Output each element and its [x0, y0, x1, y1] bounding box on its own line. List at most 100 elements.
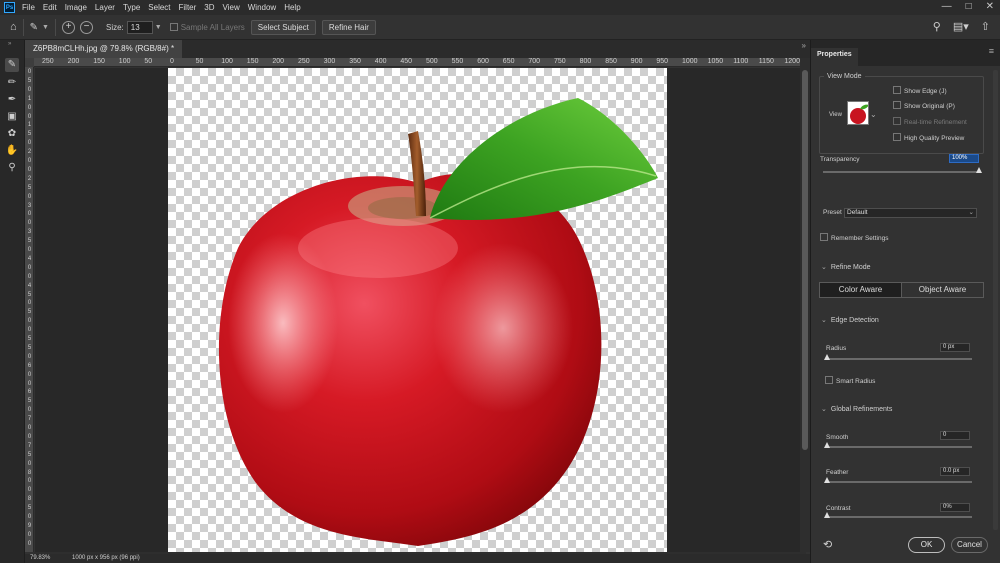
menu-window[interactable]: Window: [248, 3, 276, 12]
collapse-toolbar-icon[interactable]: »: [8, 41, 11, 47]
radius-slider[interactable]: [824, 354, 972, 360]
smooth-slider[interactable]: [824, 442, 972, 448]
preset-dropdown[interactable]: Default ⌄: [844, 208, 977, 218]
collapse-panels-icon[interactable]: »: [802, 41, 806, 50]
panel-tab-bar: Properties ≡: [811, 40, 1000, 66]
smooth-input[interactable]: 0: [940, 431, 970, 440]
contrast-slider[interactable]: [824, 512, 972, 518]
preset-value: Default: [847, 209, 868, 216]
ruler-tick-label: 0: [27, 407, 32, 414]
refine-edge-brush-tool-icon[interactable]: ✏: [5, 76, 19, 90]
ok-button[interactable]: OK: [908, 537, 945, 553]
ruler-tick-label: 4: [27, 282, 32, 289]
contrast-slider-knob[interactable]: [824, 512, 830, 518]
radius-slider-knob[interactable]: [824, 354, 830, 360]
reset-icon[interactable]: ⟲: [823, 538, 832, 551]
ruler-tick-label: 9: [27, 522, 32, 529]
contrast-input[interactable]: 0%: [940, 503, 970, 512]
transparency-input[interactable]: 100%: [949, 154, 979, 163]
menu-select[interactable]: Select: [148, 3, 170, 12]
ruler-tick-label: 500: [426, 58, 438, 65]
tab-properties[interactable]: Properties: [811, 48, 858, 66]
menu-layer[interactable]: Layer: [95, 3, 115, 12]
color-aware-button[interactable]: Color Aware: [820, 283, 901, 297]
refine-edge-brush-icon[interactable]: ✎: [30, 22, 38, 33]
workspace-icon[interactable]: ▤▾: [953, 20, 969, 33]
lasso-tool-icon[interactable]: ✿: [5, 127, 19, 141]
menu-view[interactable]: View: [223, 3, 240, 12]
feather-input[interactable]: 0.0 px: [940, 467, 970, 476]
transparency-slider-knob[interactable]: [976, 167, 982, 173]
quick-selection-tool-icon[interactable]: ✎: [5, 58, 19, 72]
object-selection-tool-icon[interactable]: ▣: [5, 110, 19, 124]
document-canvas[interactable]: [168, 68, 667, 552]
maximize-icon[interactable]: □: [966, 1, 972, 12]
contrast-label: Contrast: [826, 505, 851, 512]
show-original-checkbox[interactable]: Show Original (P): [893, 101, 955, 110]
checkbox-icon: [893, 117, 901, 125]
sample-all-layers-checkbox[interactable]: Sample All Layers: [169, 22, 245, 32]
panel-menu-icon[interactable]: ≡: [989, 46, 994, 56]
feather-slider-knob[interactable]: [824, 477, 830, 483]
object-aware-button[interactable]: Object Aware: [901, 283, 983, 297]
refine-mode-header[interactable]: ⌄ Refine Mode: [821, 263, 871, 271]
view-label: View: [829, 112, 842, 118]
size-dropdown-icon[interactable]: ▼: [155, 24, 162, 31]
size-label: Size:: [105, 22, 124, 32]
high-quality-preview-checkbox[interactable]: High Quality Preview: [893, 133, 964, 142]
ruler-tick-label: 0: [27, 353, 32, 360]
ruler-tick-label: 0: [27, 247, 32, 253]
smart-radius-label: Smart Radius: [836, 378, 876, 385]
menu-type[interactable]: Type: [123, 3, 140, 12]
hand-tool-icon[interactable]: ✋: [5, 144, 19, 158]
ruler-tick-label: 5: [27, 505, 32, 512]
home-icon[interactable]: ⌂: [10, 21, 17, 33]
remember-settings-checkbox[interactable]: Remember Settings: [820, 233, 888, 242]
ruler-tick-label: 0: [27, 514, 32, 520]
vertical-scrollbar-thumb[interactable]: [802, 70, 808, 450]
subtract-from-selection-icon[interactable]: −: [79, 20, 93, 34]
select-subject-button[interactable]: Select Subject: [250, 19, 316, 35]
minimize-icon[interactable]: —: [942, 1, 952, 12]
cancel-button[interactable]: Cancel: [951, 537, 988, 553]
ruler-tick-label: 700: [528, 58, 541, 65]
search-icon[interactable]: ⚲: [933, 20, 941, 33]
document-tab[interactable]: Z6PB8mCLHh.jpg @ 79.8% (RGB/8#) *: [25, 40, 183, 58]
ruler-tick-label: 5: [27, 131, 32, 138]
panel-scrollbar[interactable]: [993, 70, 998, 530]
smooth-slider-knob[interactable]: [824, 442, 830, 448]
ruler-tick-label: 8: [27, 496, 32, 503]
menu-filter[interactable]: Filter: [179, 3, 197, 12]
share-icon[interactable]: ⇧: [981, 20, 990, 33]
edge-detection-header[interactable]: ⌄ Edge Detection: [821, 316, 879, 324]
ruler-tick-label: 5: [27, 291, 32, 298]
menu-help[interactable]: Help: [284, 3, 300, 12]
zoom-level[interactable]: 79.83%: [30, 554, 50, 563]
high-quality-preview-label: High Quality Preview: [904, 135, 965, 142]
ruler-tick-label: 0: [27, 460, 32, 467]
show-edge-checkbox[interactable]: Show Edge (J): [893, 86, 947, 95]
size-input[interactable]: 13: [126, 20, 153, 34]
menu-edit[interactable]: Edit: [43, 3, 57, 12]
vertical-scrollbar[interactable]: [800, 58, 810, 552]
menu-image[interactable]: Image: [65, 3, 87, 12]
edge-detection-title: Edge Detection: [830, 317, 879, 324]
brush-preset-chevron-icon[interactable]: ▼: [42, 24, 49, 31]
ruler-tick-label: 5: [27, 238, 32, 245]
close-icon[interactable]: ✕: [986, 1, 994, 12]
transparency-slider[interactable]: [823, 167, 982, 173]
divider: [22, 18, 24, 36]
global-refinements-header[interactable]: ⌄ Global Refinements: [821, 405, 892, 413]
add-to-selection-icon[interactable]: +: [61, 20, 75, 34]
radius-input[interactable]: 0 px: [940, 343, 970, 352]
menu-file[interactable]: File: [22, 3, 35, 12]
smart-radius-checkbox[interactable]: Smart Radius: [825, 376, 875, 385]
view-dropdown-chevron-icon[interactable]: ⌄: [870, 110, 877, 119]
menu-3d[interactable]: 3D: [204, 3, 214, 12]
brush-tool-icon[interactable]: ✒: [5, 93, 19, 107]
view-thumbnail[interactable]: [847, 101, 869, 125]
feather-slider[interactable]: [824, 477, 972, 483]
refine-hair-button[interactable]: Refine Hair: [321, 19, 376, 35]
ruler-tick-label: 0: [27, 300, 32, 307]
zoom-tool-icon[interactable]: ⚲: [5, 161, 19, 175]
